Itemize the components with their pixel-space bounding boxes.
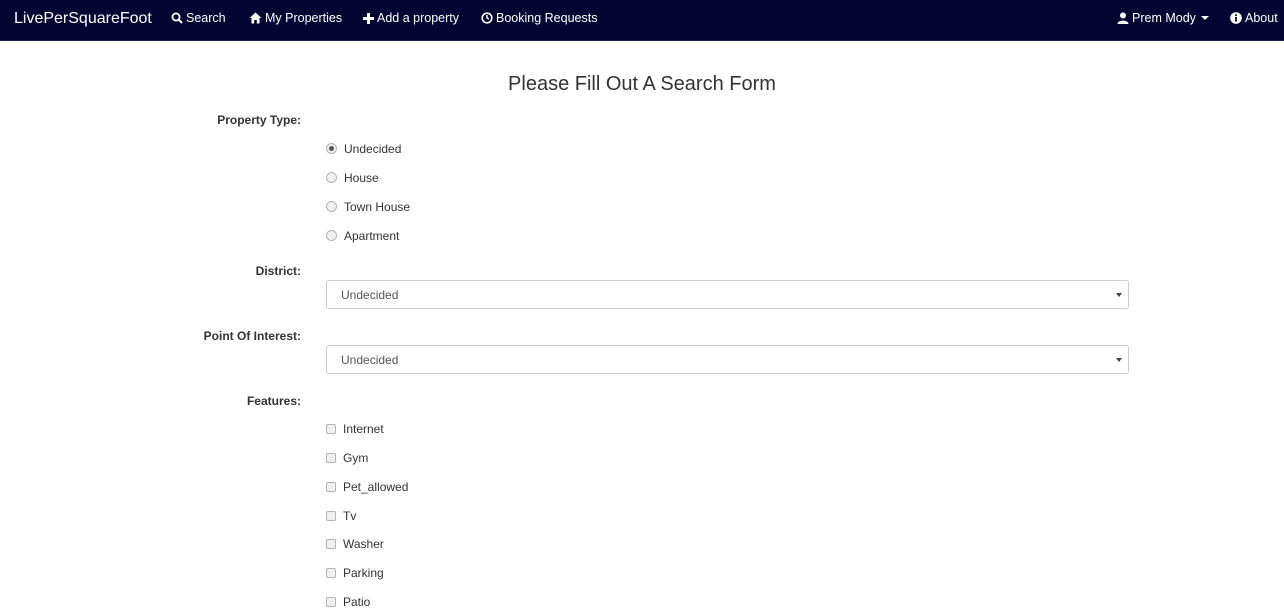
feature-checkbox-parking[interactable]: Parking xyxy=(326,564,384,582)
nav-about[interactable]: About xyxy=(1230,0,1278,40)
district-label: District: xyxy=(255,264,301,278)
feature-checkbox-internet[interactable]: Internet xyxy=(326,420,384,438)
property-type-option-apartment[interactable]: Apartment xyxy=(326,227,399,245)
brand-link[interactable]: LivePerSquareFoot xyxy=(14,10,152,28)
checkbox[interactable] xyxy=(326,453,336,463)
feature-checkbox-gym[interactable]: Gym xyxy=(326,449,368,467)
user-icon xyxy=(1117,12,1129,24)
checkbox[interactable] xyxy=(326,482,336,492)
radio-button[interactable] xyxy=(326,172,337,183)
feature-checkbox-patio[interactable]: Patio xyxy=(326,593,370,611)
user-menu[interactable]: Prem Mody xyxy=(1117,0,1209,40)
checkbox[interactable] xyxy=(326,597,336,607)
nav-add-property[interactable]: Add a property xyxy=(363,0,459,40)
navbar: LivePerSquareFoot Search My Properties A… xyxy=(0,0,1284,41)
chevron-down-icon xyxy=(1116,293,1122,297)
property-type-label: Property Type: xyxy=(217,113,301,127)
point-of-interest-select[interactable]: Undecided xyxy=(326,345,1129,374)
nav-search-label: Search xyxy=(186,11,226,25)
feature-checkbox-tv[interactable]: Tv xyxy=(326,507,356,525)
radio-button[interactable] xyxy=(326,230,337,241)
nav-booking-requests[interactable]: Booking Requests xyxy=(481,0,597,40)
nav-search[interactable]: Search xyxy=(171,0,226,40)
checkbox[interactable] xyxy=(326,511,336,521)
checkbox[interactable] xyxy=(326,568,336,578)
home-icon xyxy=(249,12,262,24)
point-of-interest-select-value: Undecided xyxy=(341,353,399,367)
features-label: Features: xyxy=(246,394,301,408)
page-title: Please Fill Out A Search Form xyxy=(508,73,776,95)
checkbox[interactable] xyxy=(326,539,336,549)
nav-about-label: About xyxy=(1245,11,1278,25)
property-type-option-town-house[interactable]: Town House xyxy=(326,198,410,216)
property-type-option-undecided[interactable]: Undecided xyxy=(326,140,401,158)
plus-icon xyxy=(363,13,374,24)
nav-my-properties-label: My Properties xyxy=(265,11,343,25)
chevron-down-icon xyxy=(1200,16,1209,20)
nav-booking-requests-label: Booking Requests xyxy=(496,11,598,25)
radio-button[interactable] xyxy=(326,201,337,212)
radio-button[interactable] xyxy=(326,143,337,154)
search-icon xyxy=(171,12,183,24)
checkbox[interactable] xyxy=(326,424,336,434)
nav-add-property-label: Add a property xyxy=(377,11,459,25)
clock-icon xyxy=(481,12,493,24)
feature-checkbox-pet-allowed[interactable]: Pet_allowed xyxy=(326,478,408,496)
user-menu-label: Prem Mody xyxy=(1132,11,1196,25)
info-icon xyxy=(1230,12,1242,24)
district-select[interactable]: Undecided xyxy=(326,280,1129,309)
nav-my-properties[interactable]: My Properties xyxy=(249,0,342,40)
feature-checkbox-washer[interactable]: Washer xyxy=(326,535,384,553)
point-of-interest-label: Point Of Interest: xyxy=(203,329,301,343)
chevron-down-icon xyxy=(1116,358,1122,362)
property-type-option-house[interactable]: House xyxy=(326,169,379,187)
district-select-value: Undecided xyxy=(341,288,399,302)
